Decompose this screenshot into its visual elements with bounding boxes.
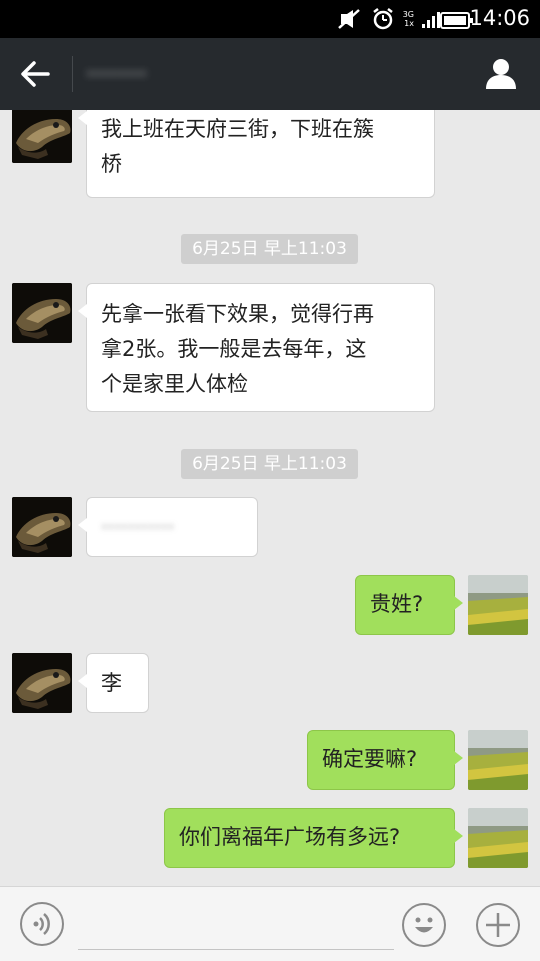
message-text: 李 — [101, 671, 122, 695]
message-bubble-incoming[interactable]: ··········· — [78, 497, 258, 557]
profile-button[interactable] — [484, 56, 518, 90]
frog-avatar-image — [12, 283, 72, 343]
battery-icon — [440, 12, 473, 29]
voice-icon — [33, 913, 50, 935]
message-text: 桥 — [101, 152, 122, 176]
network-1x-label: 1x — [404, 19, 414, 28]
my-avatar[interactable] — [468, 575, 528, 635]
frog-avatar-image — [12, 653, 72, 713]
my-avatar[interactable] — [468, 730, 528, 790]
message-text: 我上班在天府三街，下班在簇 — [101, 117, 374, 141]
mute-icon — [337, 9, 360, 29]
network-3g-label: 3G — [402, 10, 414, 19]
status-time: 14:06 — [469, 6, 530, 30]
message-bubble-incoming[interactable]: 我上班在天府三街，下班在簇 桥 — [78, 110, 435, 198]
frog-avatar-image — [12, 497, 72, 557]
message-timestamp: 6月25日 早上11:03 — [181, 449, 358, 479]
person-icon — [486, 59, 516, 89]
plus-icon — [486, 913, 510, 937]
emoji-button[interactable] — [402, 903, 446, 947]
signal-icon — [422, 10, 440, 28]
message-text: 确定要嘛? — [322, 747, 418, 771]
smiley-icon — [415, 917, 433, 933]
field-avatar-image — [468, 808, 528, 868]
contact-avatar[interactable] — [12, 283, 72, 343]
message-bubble-outgoing[interactable]: 贵姓? — [355, 575, 463, 635]
message-timestamp: 6月25日 早上11:03 — [181, 234, 358, 264]
arrow-left-icon — [21, 61, 50, 87]
message-text: 拿2张。我一般是去每年，这 — [101, 337, 367, 361]
network-type: 3G 1x — [403, 10, 414, 28]
message-input[interactable] — [78, 901, 394, 950]
message-text: 你们离福年广场有多远? — [179, 825, 401, 849]
field-avatar-image — [468, 730, 528, 790]
message-bubble-outgoing[interactable]: 你们离福年广场有多远? — [164, 808, 463, 868]
message-bubble-incoming[interactable]: 先拿一张看下效果，觉得行再 拿2张。我一般是去每年，这 个是家里人体检 — [78, 283, 435, 412]
more-options-button[interactable] — [476, 903, 520, 947]
header-divider — [72, 56, 73, 92]
alarm-icon — [372, 8, 393, 30]
voice-input-button[interactable] — [20, 902, 64, 946]
frog-avatar-image — [12, 110, 72, 163]
message-text-redacted: ··········· — [101, 515, 175, 539]
chat-title: ········ — [86, 60, 148, 88]
status-bar: 3G 1x 14:06 — [0, 0, 540, 38]
contact-avatar[interactable] — [12, 653, 72, 713]
message-bubble-incoming[interactable]: 李 — [78, 653, 149, 713]
message-text: 个是家里人体检 — [101, 372, 248, 396]
contact-avatar[interactable] — [12, 497, 72, 557]
status-icons: 3G 1x — [337, 7, 440, 31]
contact-avatar[interactable] — [12, 110, 72, 163]
field-avatar-image — [468, 575, 528, 635]
message-bubble-outgoing[interactable]: 确定要嘛? — [307, 730, 463, 790]
message-list[interactable]: 我上班在天府三街，下班在簇 桥 6月25日 早上11:03 先拿一张看下效果，觉… — [0, 110, 540, 886]
message-text: 先拿一张看下效果，觉得行再 — [101, 302, 374, 326]
message-input-bar — [0, 886, 540, 961]
back-button[interactable] — [18, 58, 54, 90]
my-avatar[interactable] — [468, 808, 528, 868]
message-text: 贵姓? — [370, 592, 424, 616]
chat-header: ········ — [0, 38, 540, 110]
